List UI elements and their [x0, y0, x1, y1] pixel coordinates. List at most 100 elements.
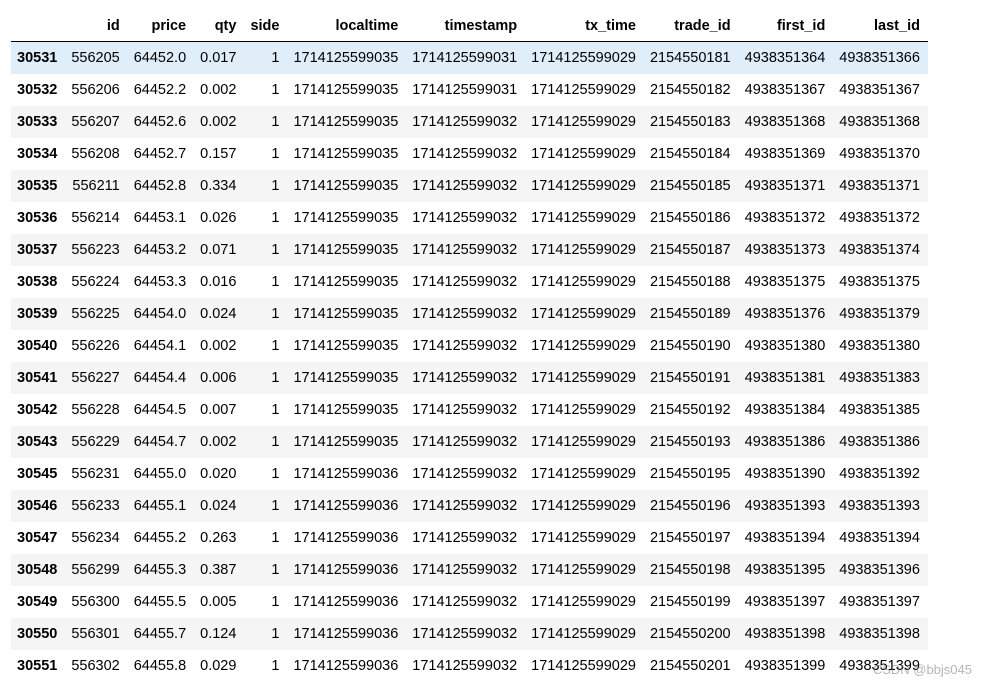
- cell-tx-time: 1714125599029: [531, 338, 636, 354]
- cell-id: 556223: [71, 242, 120, 258]
- cell-localtime: 1714125599035: [293, 242, 399, 258]
- cell-price: 64455.1: [133, 498, 187, 514]
- cell-first-id: 4938351371: [744, 178, 826, 194]
- table-row[interactable]: 30548 556299 64455.3 0.387 1 1714125599036 171…: [11, 554, 928, 586]
- table-row[interactable]: 30534 556208 64452.7 0.157 1 1714125599035 171…: [11, 138, 928, 170]
- table-row[interactable]: 30537 556223 64453.2 0.071 1 1714125599035 171…: [11, 234, 928, 266]
- table-row[interactable]: 30547 556234 64455.2 0.263 1 1714125599036 171…: [11, 522, 928, 554]
- cell-tx-time: 1714125599029: [531, 658, 636, 674]
- cell-side: 1: [271, 242, 280, 258]
- cell-qty: 0.007: [200, 402, 237, 418]
- cell-id: 556231: [71, 466, 120, 482]
- cell-side: 1: [271, 498, 280, 514]
- row-index: 30537: [17, 242, 58, 258]
- cell-id: 556228: [71, 402, 120, 418]
- row-index: 30542: [17, 402, 58, 418]
- table-row[interactable]: 30536 556214 64453.1 0.026 1 1714125599035 171…: [11, 202, 928, 234]
- table-row[interactable]: 30546 556233 64455.1 0.024 1 1714125599036 171…: [11, 490, 928, 522]
- table-row[interactable]: 30532 556206 64452.2 0.002 1 1714125599035 171…: [11, 74, 928, 106]
- cell-price: 64454.5: [133, 402, 187, 418]
- cell-trade-id: 2154550188: [649, 274, 731, 290]
- cell-first-id: 4938351375: [744, 274, 826, 290]
- cell-id: 556225: [71, 306, 120, 322]
- cell-price: 64454.1: [133, 338, 187, 354]
- cell-qty: 0.071: [200, 242, 237, 258]
- cell-price: 64455.0: [133, 466, 187, 482]
- cell-localtime: 1714125599035: [293, 114, 399, 130]
- cell-qty: 0.005: [200, 594, 237, 610]
- row-index: 30548: [17, 562, 58, 578]
- cell-localtime: 1714125599035: [293, 306, 399, 322]
- table-row[interactable]: 30545 556231 64455.0 0.020 1 1714125599036 171…: [11, 458, 928, 490]
- table-row[interactable]: 30549 556300 64455.5 0.005 1 1714125599036 171…: [11, 586, 928, 618]
- cell-first-id: 4938351394: [744, 530, 826, 546]
- cell-tx-time: 1714125599029: [531, 402, 636, 418]
- cell-tx-time: 1714125599029: [531, 274, 636, 290]
- cell-trade-id: 2154550192: [649, 402, 731, 418]
- cell-side: 1: [271, 274, 280, 290]
- cell-trade-id: 2154550184: [649, 146, 731, 162]
- table-row[interactable]: 30550 556301 64455.7 0.124 1 1714125599036 171…: [11, 618, 928, 650]
- cell-side: 1: [271, 370, 280, 386]
- table-row[interactable]: 30541 556227 64454.4 0.006 1 1714125599035 171…: [11, 362, 928, 394]
- cell-timestamp: 1714125599032: [412, 658, 518, 674]
- cell-timestamp: 1714125599032: [412, 626, 518, 642]
- table-row[interactable]: 30540 556226 64454.1 0.002 1 1714125599035 171…: [11, 330, 928, 362]
- table-row[interactable]: 30538 556224 64453.3 0.016 1 1714125599035 171…: [11, 266, 928, 298]
- cell-first-id: 4938351376: [744, 306, 826, 322]
- cell-trade-id: 2154550201: [649, 658, 731, 674]
- cell-side: 1: [271, 562, 280, 578]
- cell-trade-id: 2154550185: [649, 178, 731, 194]
- cell-first-id: 4938351398: [744, 626, 826, 642]
- cell-id: 556302: [71, 658, 120, 674]
- cell-last-id: 4938351366: [839, 50, 920, 66]
- cell-localtime: 1714125599035: [293, 370, 399, 386]
- cell-first-id: 4938351381: [744, 370, 826, 386]
- cell-last-id: 4938351368: [839, 114, 920, 130]
- cell-price: 64452.7: [133, 146, 187, 162]
- cell-qty: 0.029: [200, 658, 237, 674]
- cell-first-id: 4938351380: [744, 338, 826, 354]
- table-row[interactable]: 30551 556302 64455.8 0.029 1 1714125599036 171…: [11, 650, 928, 682]
- cell-last-id: 4938351396: [839, 562, 920, 578]
- cell-timestamp: 1714125599032: [412, 274, 518, 290]
- column-header-qty: qty: [194, 10, 245, 42]
- table-row[interactable]: 30539 556225 64454.0 0.024 1 1714125599035 171…: [11, 298, 928, 330]
- cell-timestamp: 1714125599032: [412, 242, 518, 258]
- column-header-price: price: [127, 10, 195, 42]
- row-index: 30531: [17, 50, 58, 66]
- cell-price: 64455.7: [133, 626, 187, 642]
- cell-last-id: 4938351392: [839, 466, 920, 482]
- cell-side: 1: [271, 434, 280, 450]
- cell-tx-time: 1714125599029: [531, 530, 636, 546]
- cell-first-id: 4938351373: [744, 242, 826, 258]
- cell-id: 556301: [71, 626, 120, 642]
- row-index: 30532: [17, 82, 58, 98]
- cell-trade-id: 2154550190: [649, 338, 731, 354]
- cell-first-id: 4938351393: [744, 498, 826, 514]
- cell-trade-id: 2154550186: [649, 210, 731, 226]
- table-row[interactable]: 30535 556211 64452.8 0.334 1 1714125599035 171…: [11, 170, 928, 202]
- cell-price: 64454.7: [133, 434, 187, 450]
- cell-id: 556214: [71, 210, 120, 226]
- table-row[interactable]: 30542 556228 64454.5 0.007 1 1714125599035 171…: [11, 394, 928, 426]
- cell-qty: 0.024: [200, 498, 237, 514]
- cell-first-id: 4938351397: [744, 594, 826, 610]
- cell-id: 556227: [71, 370, 120, 386]
- cell-side: 1: [271, 594, 280, 610]
- cell-timestamp: 1714125599031: [412, 50, 518, 66]
- cell-last-id: 4938351398: [839, 626, 920, 642]
- cell-localtime: 1714125599035: [293, 146, 399, 162]
- cell-side: 1: [271, 338, 280, 354]
- cell-side: 1: [271, 114, 280, 130]
- cell-trade-id: 2154550183: [649, 114, 731, 130]
- row-index: 30543: [17, 434, 58, 450]
- cell-timestamp: 1714125599031: [412, 82, 518, 98]
- cell-price: 64455.8: [133, 658, 187, 674]
- cell-side: 1: [271, 402, 280, 418]
- cell-price: 64455.5: [133, 594, 187, 610]
- cell-trade-id: 2154550187: [649, 242, 731, 258]
- table-row[interactable]: 30533 556207 64452.6 0.002 1 1714125599035 171…: [11, 106, 928, 138]
- table-row[interactable]: 30531 556205 64452.0 0.017 1 1714125599035 171…: [11, 41, 928, 74]
- table-row[interactable]: 30543 556229 64454.7 0.002 1 1714125599035 171…: [11, 426, 928, 458]
